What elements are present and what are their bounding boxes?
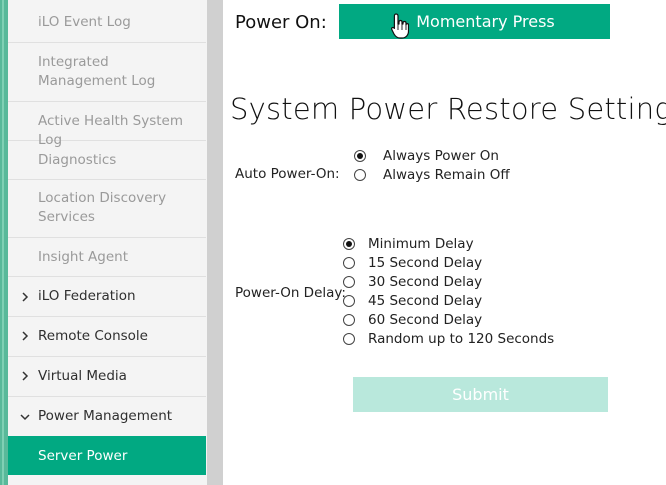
chevron-right-icon <box>19 291 31 303</box>
radio-button[interactable] <box>343 257 355 269</box>
radio-button[interactable] <box>343 314 355 326</box>
sidebar-item-server-power[interactable]: Server Power <box>8 436 206 475</box>
radio-15-second-delay[interactable]: 15 Second Delay <box>343 255 482 271</box>
radio-random-up-to-120-seconds[interactable]: Random up to 120 Seconds <box>343 331 554 347</box>
auto-power-on-label: Auto Power-On: <box>235 166 340 182</box>
radio-label: 45 Second Delay <box>368 293 483 309</box>
radio-label: 15 Second Delay <box>368 255 483 271</box>
radio-label: Minimum Delay <box>368 236 474 252</box>
radio-button-selected[interactable] <box>343 238 355 250</box>
sidebar-item-location-discovery-services[interactable]: Location Discovery Services <box>8 180 206 238</box>
radio-45-second-delay[interactable]: 45 Second Delay <box>343 293 482 309</box>
sidebar-item-label: Insight Agent <box>38 249 128 265</box>
sidebar-item-ilo-federation[interactable]: iLO Federation <box>8 277 206 317</box>
radio-60-second-delay[interactable]: 60 Second Delay <box>343 312 482 328</box>
radio-30-second-delay[interactable]: 30 Second Delay <box>343 274 482 290</box>
submit-button[interactable]: Submit <box>353 377 608 412</box>
sidebar-item-remote-console[interactable]: Remote Console <box>8 317 206 357</box>
radio-minimum-delay[interactable]: Minimum Delay <box>343 236 474 252</box>
radio-button[interactable] <box>343 295 355 307</box>
sidebar-item-label: Virtual Media <box>38 368 127 384</box>
sidebar-scroll-gutter[interactable] <box>207 0 223 485</box>
sidebar-item-label: Location Discovery Services <box>38 190 167 225</box>
sidebar-item-label: iLO Event Log <box>38 14 131 30</box>
hand-cursor-icon <box>391 13 410 39</box>
radio-label: Always Remain Off <box>383 167 510 183</box>
chevron-down-icon <box>19 411 31 423</box>
chevron-right-icon <box>19 370 31 382</box>
sidebar-item-active-health-system-log[interactable]: Active Health System Log <box>8 102 206 148</box>
radio-label: 30 Second Delay <box>368 274 483 290</box>
radio-button-selected[interactable] <box>354 150 366 162</box>
momentary-press-button[interactable]: Momentary Press <box>339 4 610 39</box>
sidebar-item-power-management[interactable]: Power Management <box>8 397 206 436</box>
sidebar-item-label: Power Management <box>38 408 173 424</box>
sidebar-nav: iLO Event Log Integrated Management Log … <box>8 0 207 485</box>
radio-button[interactable] <box>343 276 355 288</box>
sidebar-item-integrated-management-log[interactable]: Integrated Management Log <box>8 43 206 102</box>
sidebar-item-virtual-media[interactable]: Virtual Media <box>8 357 206 397</box>
sidebar-item-label: Diagnostics <box>38 152 117 168</box>
power-on-delay-label: Power-On Delay: <box>235 285 346 301</box>
power-on-label: Power On: <box>235 12 327 33</box>
sidebar-item-insight-agent[interactable]: Insight Agent <box>8 238 206 277</box>
sidebar-item-diagnostics[interactable]: Diagnostics <box>8 141 206 180</box>
sidebar-item-label: Remote Console <box>38 328 148 344</box>
chevron-right-icon <box>19 330 31 342</box>
main-content: Power On: Momentary Press System Power R… <box>223 0 666 485</box>
sidebar-item-label: iLO Federation <box>38 288 136 304</box>
radio-label: Always Power On <box>383 148 499 164</box>
left-edge-highlight <box>2 0 4 485</box>
left-edge-accent <box>0 0 8 485</box>
momentary-press-label: Momentary Press <box>416 12 555 31</box>
sidebar-item-ilo-event-log[interactable]: iLO Event Log <box>8 0 206 43</box>
sidebar-item-label: Integrated Management Log <box>38 54 156 89</box>
radio-button[interactable] <box>354 169 366 181</box>
radio-always-power-on[interactable]: Always Power On <box>354 148 499 164</box>
restore-settings-title: System Power Restore Settings <box>230 92 666 126</box>
radio-button[interactable] <box>343 333 355 345</box>
radio-always-remain-off[interactable]: Always Remain Off <box>354 167 510 183</box>
radio-label: Random up to 120 Seconds <box>368 331 555 347</box>
radio-label: 60 Second Delay <box>368 312 483 328</box>
sidebar-item-label: Server Power <box>38 448 128 464</box>
